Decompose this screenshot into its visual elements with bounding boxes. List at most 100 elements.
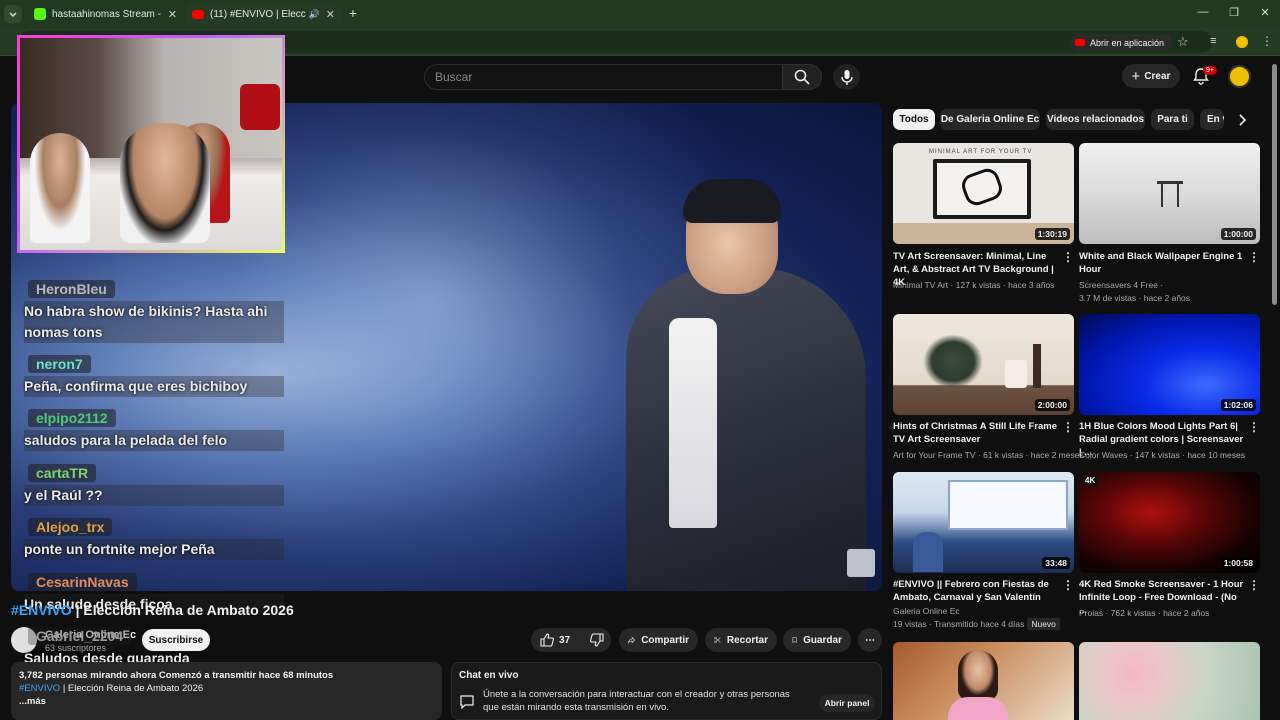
tab-title: hastaahinomas Stream - Watch — [52, 8, 162, 20]
more-vertical-icon[interactable]: ⋮ — [1062, 420, 1074, 434]
chat-username: HeronBleu — [28, 280, 115, 298]
recommendation-card[interactable]: 4K 1:00:58 4K Red Smoke Screensaver - 1 … — [1079, 472, 1260, 622]
views-line: 3.7 M de vistas · hace 2 años — [1079, 293, 1191, 303]
duration-badge: 1:30:19 — [1034, 228, 1070, 240]
clip-label: Recortar — [726, 634, 768, 646]
video-thumbnail[interactable]: 33:48 — [893, 472, 1074, 573]
chat-username: CesarinNavas — [28, 573, 137, 591]
channel-watermark[interactable] — [847, 549, 875, 577]
bookmark-star-icon[interactable]: ☆ — [1177, 34, 1189, 50]
recommendation-card[interactable]: 1:02:06 1H Blue Colors Mood Lights Part … — [1079, 314, 1260, 464]
more-vertical-icon[interactable]: ⋮ — [1062, 578, 1074, 592]
recommendation-title[interactable]: #ENVIVO || Febrero con Fiestas de Ambato… — [893, 578, 1058, 604]
tab-search-button[interactable] — [4, 5, 22, 23]
dislike-button[interactable] — [590, 633, 604, 647]
duration-badge: 1:00:00 — [1220, 228, 1256, 240]
view-stats: 3,782 personas mirando ahora Comenzó a t… — [19, 670, 334, 681]
more-vertical-icon[interactable]: ⋮ — [1062, 250, 1074, 264]
chip-more[interactable]: En v — [1200, 109, 1224, 130]
video-title: #ENVIVO | Elección Reina de Ambato 2026 — [11, 602, 294, 618]
minimize-button[interactable]: — — [1193, 6, 1213, 18]
more-vertical-icon[interactable]: ⋮ — [1248, 420, 1260, 434]
video-title-text: | Elección Reina de Ambato 2026 — [71, 602, 294, 618]
new-tab-button[interactable]: + — [343, 5, 363, 21]
recommendation-card[interactable]: MINIMAL ART FOR YOUR TV 1:30:19 TV Art S… — [893, 143, 1074, 303]
close-tab-icon[interactable]: ✕ — [168, 8, 177, 21]
thumbnail-tv-frame — [933, 159, 1031, 219]
create-button[interactable]: + Crear — [1122, 64, 1180, 88]
tab-kick-stream[interactable]: hastaahinomas Stream - Watch ✕ — [28, 4, 183, 24]
chip-from-channel[interactable]: De Galeria Online Ec — [940, 109, 1040, 130]
recommendation-card[interactable]: 33:48 #ENVIVO || Febrero con Fiestas de … — [893, 472, 1074, 632]
thumbnail-caption: MINIMAL ART FOR YOUR TV — [929, 149, 1033, 155]
recommendation-meta: Proias · 762 k vistas · hace 2 años — [1079, 608, 1210, 618]
video-thumbnail[interactable]: 1:02:06 — [1079, 314, 1260, 415]
description-text: | Elección Reina de Ambato 2026 — [60, 683, 204, 694]
more-horizontal-icon: ⋯ — [865, 634, 875, 646]
share-button[interactable]: Compartir — [619, 628, 698, 652]
thumbs-down-icon — [590, 633, 604, 647]
hashtag-link[interactable]: #ENVIVO — [11, 602, 72, 618]
chip-all[interactable]: Todos — [893, 109, 935, 130]
chip-for-you[interactable]: Para ti — [1151, 109, 1194, 130]
video-thumbnail[interactable] — [1079, 642, 1260, 720]
menu-kebab-icon[interactable]: ⋮ — [1261, 34, 1273, 48]
channel-line: Screensavers 4 Free · — [1079, 280, 1164, 290]
chips-next-button[interactable] — [1231, 111, 1253, 129]
video-thumbnail[interactable] — [893, 642, 1074, 720]
webcam-streamer — [120, 123, 210, 243]
voice-search-button[interactable] — [833, 64, 860, 90]
4k-badge: 4K — [1082, 475, 1099, 486]
like-count: 37 — [559, 634, 571, 646]
bookmark-icon — [792, 637, 797, 644]
speaker-icon[interactable]: 🔊 — [309, 9, 320, 20]
open-in-app-label: Abrir en aplicación — [1090, 37, 1165, 48]
recommendation-card[interactable]: 2:00:00 Hints of Christmas A Still Life … — [893, 314, 1084, 464]
chat-text: y el Raúl ?? — [24, 485, 284, 506]
plus-icon: + — [348, 5, 358, 21]
video-thumbnail[interactable]: MINIMAL ART FOR YOUR TV 1:30:19 — [893, 143, 1074, 244]
chat-username: Alejoo_trx — [28, 518, 113, 536]
account-avatar[interactable] — [1228, 65, 1251, 88]
thumbnail-person — [913, 532, 943, 572]
recommendation-meta: Art for Your Frame TV · 61 k vistas · ha… — [893, 450, 1084, 460]
save-label: Guardar — [803, 634, 842, 646]
tab-youtube-live[interactable]: (11) #ENVIVO | Elección Re 🔊 ✕ — [186, 4, 341, 24]
video-thumbnail[interactable]: 4K 1:00:58 — [1079, 472, 1260, 573]
show-more-link[interactable]: ...más — [19, 695, 434, 708]
chip-related[interactable]: Videos relacionados — [1046, 109, 1145, 130]
open-panel-button[interactable]: Abrir panel — [819, 694, 875, 712]
open-in-app-button[interactable]: Abrir en aplicación — [1070, 34, 1173, 51]
chat-username: neron7 — [28, 355, 91, 373]
maximize-button[interactable]: ❐ — [1224, 6, 1244, 19]
search-input[interactable]: Buscar — [424, 64, 782, 90]
recommendation-meta: Minimal TV Art · 127 k vistas · hace 3 a… — [893, 280, 1055, 290]
video-thumbnail[interactable]: 2:00:00 — [893, 314, 1074, 415]
recommendation-title[interactable]: White and Black Wallpaper Engine 1 Hour — [1079, 250, 1244, 276]
live-chat-panel: Chat en vivo Únete a la conversación par… — [451, 662, 882, 720]
recommendation-title[interactable]: Hints of Christmas A Still Life Frame TV… — [893, 420, 1058, 446]
duration-badge: 1:00:58 — [1220, 557, 1256, 569]
close-window-button[interactable]: ✕ — [1255, 6, 1275, 19]
media-controls-icon[interactable]: ≡ — [1210, 35, 1216, 47]
scrollbar[interactable] — [1272, 64, 1277, 305]
tab-title: (11) #ENVIVO | Elección Re — [210, 8, 306, 20]
like-button[interactable]: 37 — [540, 633, 570, 647]
video-thumbnail[interactable]: 1:00:00 — [1079, 143, 1260, 244]
hashtag-link[interactable]: #ENVIVO — [19, 683, 60, 694]
share-label: Compartir — [641, 634, 689, 646]
more-vertical-icon[interactable]: ⋮ — [1248, 578, 1260, 592]
chat-text: No habra show de bikinis? Hasta ahi noma… — [24, 301, 284, 343]
create-label: Crear — [1144, 70, 1171, 82]
more-vertical-icon[interactable]: ⋮ — [1248, 250, 1260, 264]
clip-button[interactable]: Recortar — [705, 628, 777, 652]
torii-pillar — [1161, 183, 1163, 207]
search-button[interactable] — [782, 64, 822, 90]
description-box[interactable]: 3,782 personas mirando ahora Comenzó a t… — [11, 662, 442, 720]
profile-avatar-icon[interactable] — [1235, 35, 1249, 49]
save-button[interactable]: Guardar — [783, 628, 851, 652]
more-actions-button[interactable]: ⋯ — [858, 628, 882, 652]
recommendation-card[interactable]: 1:00:00 White and Black Wallpaper Engine… — [1079, 143, 1260, 303]
thumbnail-candle — [1005, 360, 1027, 388]
close-tab-icon[interactable]: ✕ — [326, 8, 335, 21]
